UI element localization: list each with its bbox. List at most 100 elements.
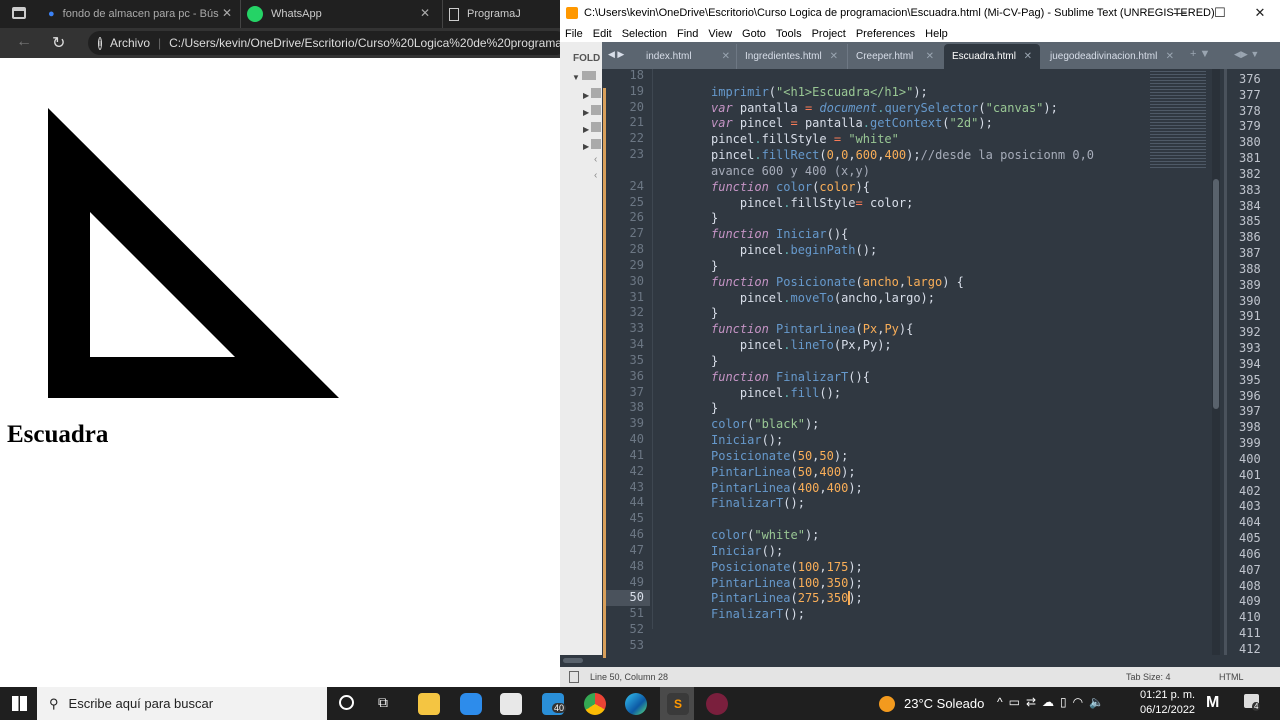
code-line[interactable]: FinalizarT(); bbox=[711, 495, 805, 511]
menu-find[interactable]: Find bbox=[677, 28, 698, 40]
menu-preferences[interactable]: Preferences bbox=[856, 28, 915, 40]
menu-project[interactable]: Project bbox=[812, 28, 846, 40]
mail-icon[interactable]: 40 bbox=[542, 693, 567, 715]
edge-icon[interactable] bbox=[625, 693, 647, 715]
code-line[interactable]: FinalizarT(); bbox=[711, 606, 805, 622]
close-button[interactable]: ✕ bbox=[1240, 0, 1280, 25]
code-line[interactable]: function PintarLinea(Px,Py){ bbox=[711, 321, 913, 337]
code-line[interactable]: var pincel = pantalla.getContext("2d"); bbox=[711, 115, 993, 131]
code-line[interactable]: function color(color){ bbox=[711, 179, 870, 195]
code-line[interactable]: imprimir("<h1>Escuadra</h1>"); bbox=[711, 84, 928, 100]
menu-goto[interactable]: Goto bbox=[742, 28, 766, 40]
browser-tab-search[interactable]: ● fondo de almacen para pc - Bús ✕ bbox=[42, 0, 238, 28]
code-line[interactable]: Iniciar(); bbox=[711, 432, 783, 448]
folder-collapsed-icon[interactable]: ▶ bbox=[583, 122, 602, 134]
code-line[interactable]: avance 600 y 400 (x,y) bbox=[711, 163, 870, 179]
folder-collapsed-icon[interactable]: ▶ bbox=[583, 139, 602, 151]
code-line[interactable]: PintarLinea(275,350); bbox=[711, 590, 863, 606]
windows-start-icon[interactable] bbox=[12, 696, 27, 711]
address-bar[interactable]: i Archivo | C:/Users/kevin/OneDrive/Escr… bbox=[88, 31, 568, 55]
chat-app-icon[interactable] bbox=[460, 693, 482, 715]
close-tab-icon[interactable]: ✕ bbox=[1024, 44, 1032, 69]
new-tab-icon[interactable]: + ▼ bbox=[1190, 48, 1210, 60]
code-line[interactable]: Posicionate(50,50); bbox=[711, 448, 848, 464]
reload-icon[interactable]: ↻ bbox=[52, 33, 65, 53]
browser-tab-programaj[interactable]: ProgramaJ bbox=[442, 0, 560, 28]
code-line[interactable]: function Iniciar(){ bbox=[711, 226, 848, 242]
syntax-selector[interactable]: HTML bbox=[1219, 672, 1244, 682]
file-explorer-icon[interactable] bbox=[418, 693, 440, 715]
code-line[interactable]: pincel.fillStyle= color; bbox=[711, 195, 913, 211]
close-tab-icon[interactable]: ✕ bbox=[420, 6, 430, 20]
app-m-icon[interactable]: M bbox=[1206, 694, 1219, 712]
sublime-text-icon[interactable]: S bbox=[667, 693, 689, 715]
close-tab-icon[interactable]: ✕ bbox=[926, 44, 934, 69]
back-icon[interactable]: ← bbox=[16, 33, 32, 51]
minimap[interactable] bbox=[1150, 69, 1210, 667]
tab-juegodeadivinacion[interactable]: juegodeadivinacion.html ✕ bbox=[1042, 44, 1182, 69]
code-line[interactable]: } bbox=[711, 210, 718, 226]
taskbar-search[interactable]: ⚲ Escribe aquí para buscar bbox=[37, 687, 327, 720]
code-line[interactable]: pincel.fillRect(0,0,600,400);//desde la … bbox=[711, 147, 1094, 163]
menu-tools[interactable]: Tools bbox=[776, 28, 802, 40]
code-line[interactable]: function Posicionate(ancho,largo) { bbox=[711, 274, 964, 290]
menu-selection[interactable]: Selection bbox=[622, 28, 667, 40]
cortana-icon[interactable] bbox=[339, 695, 354, 710]
folder-collapsed-icon[interactable]: ▶ bbox=[583, 88, 602, 100]
system-tray-icons[interactable]: ^▭⇄☁▯◠🔈 bbox=[997, 695, 1110, 709]
code-line[interactable]: } bbox=[711, 353, 718, 369]
horizontal-scrollbar-thumb[interactable] bbox=[563, 658, 583, 663]
close-tab-icon[interactable]: ✕ bbox=[722, 44, 730, 69]
code-line[interactable]: pincel.beginPath(); bbox=[711, 242, 877, 258]
close-tab-icon[interactable]: ✕ bbox=[830, 44, 838, 69]
code-line[interactable]: Posicionate(100,175); bbox=[711, 559, 863, 575]
tab-scroll-arrows-icon[interactable]: ◀ ▶ bbox=[608, 49, 624, 60]
code-line[interactable]: color("black"); bbox=[711, 416, 819, 432]
code-line[interactable]: Iniciar(); bbox=[711, 543, 783, 559]
tab-index[interactable]: index.html ✕ bbox=[638, 44, 738, 69]
menu-view[interactable]: View bbox=[708, 28, 732, 40]
notifications-icon[interactable]: 4 bbox=[1244, 694, 1261, 711]
code-area[interactable]: imprimir("<h1>Escuadra</h1>"); var pantal… bbox=[650, 69, 1150, 667]
tab-creeper[interactable]: Creeper.html ✕ bbox=[847, 44, 942, 69]
close-tab-icon[interactable]: ✕ bbox=[1166, 44, 1174, 69]
code-line[interactable]: PintarLinea(400,400); bbox=[711, 480, 863, 496]
code-line[interactable]: pincel.fill(); bbox=[711, 385, 841, 401]
clock-date[interactable]: 06/12/2022 bbox=[1140, 704, 1195, 716]
code-line[interactable]: PintarLinea(50,400); bbox=[711, 464, 856, 480]
tab-escuadra[interactable]: Escuadra.html ✕ bbox=[944, 44, 1040, 69]
code-line[interactable]: pincel.moveTo(ancho,largo); bbox=[711, 290, 935, 306]
code-line[interactable]: pincel.fillStyle = "white" bbox=[711, 131, 899, 147]
folder-expand-icon[interactable]: ▼ bbox=[572, 71, 597, 82]
weather-sun-icon[interactable] bbox=[879, 696, 895, 712]
code-file-icon[interactable]: ‹ bbox=[594, 154, 597, 165]
tab-actions-icon[interactable] bbox=[12, 7, 26, 19]
menu-file[interactable]: File bbox=[565, 28, 583, 40]
task-view-icon[interactable]: ⧉ bbox=[378, 694, 388, 711]
minimize-button[interactable]: — bbox=[1160, 0, 1200, 25]
folder-collapsed-icon[interactable]: ▶ bbox=[583, 105, 602, 117]
weather-text[interactable]: 23°C Soleado bbox=[904, 696, 984, 711]
code-line[interactable]: } bbox=[711, 258, 718, 274]
code-file-icon[interactable]: ‹ bbox=[594, 170, 597, 181]
menu-help[interactable]: Help bbox=[925, 28, 948, 40]
store-icon[interactable] bbox=[500, 693, 522, 715]
code-line[interactable]: } bbox=[711, 400, 718, 416]
maximize-button[interactable]: ☐ bbox=[1200, 0, 1240, 25]
panel-toggle-icon[interactable] bbox=[569, 671, 579, 683]
scrollbar-thumb[interactable] bbox=[1213, 179, 1219, 409]
scrollbar[interactable] bbox=[1212, 69, 1220, 667]
code-line[interactable]: } bbox=[711, 305, 718, 321]
chrome-icon[interactable] bbox=[584, 693, 606, 715]
tab-ingredientes[interactable]: Ingredientes.html ✕ bbox=[736, 44, 846, 69]
code-line[interactable]: var pantalla = document.querySelector("c… bbox=[711, 100, 1058, 116]
code-line[interactable]: PintarLinea(100,350); bbox=[711, 575, 863, 591]
clock-time[interactable]: 01:21 p. m. bbox=[1140, 689, 1195, 701]
tab-nav-icon[interactable]: ◀▶ ▼ bbox=[1234, 49, 1259, 60]
tab-size[interactable]: Tab Size: 4 bbox=[1126, 672, 1171, 682]
menu-edit[interactable]: Edit bbox=[593, 28, 612, 40]
close-tab-icon[interactable]: ✕ bbox=[222, 6, 232, 20]
code-line[interactable]: function FinalizarT(){ bbox=[711, 369, 870, 385]
code-line[interactable]: pincel.lineTo(Px,Py); bbox=[711, 337, 892, 353]
app-icon[interactable] bbox=[706, 693, 728, 715]
